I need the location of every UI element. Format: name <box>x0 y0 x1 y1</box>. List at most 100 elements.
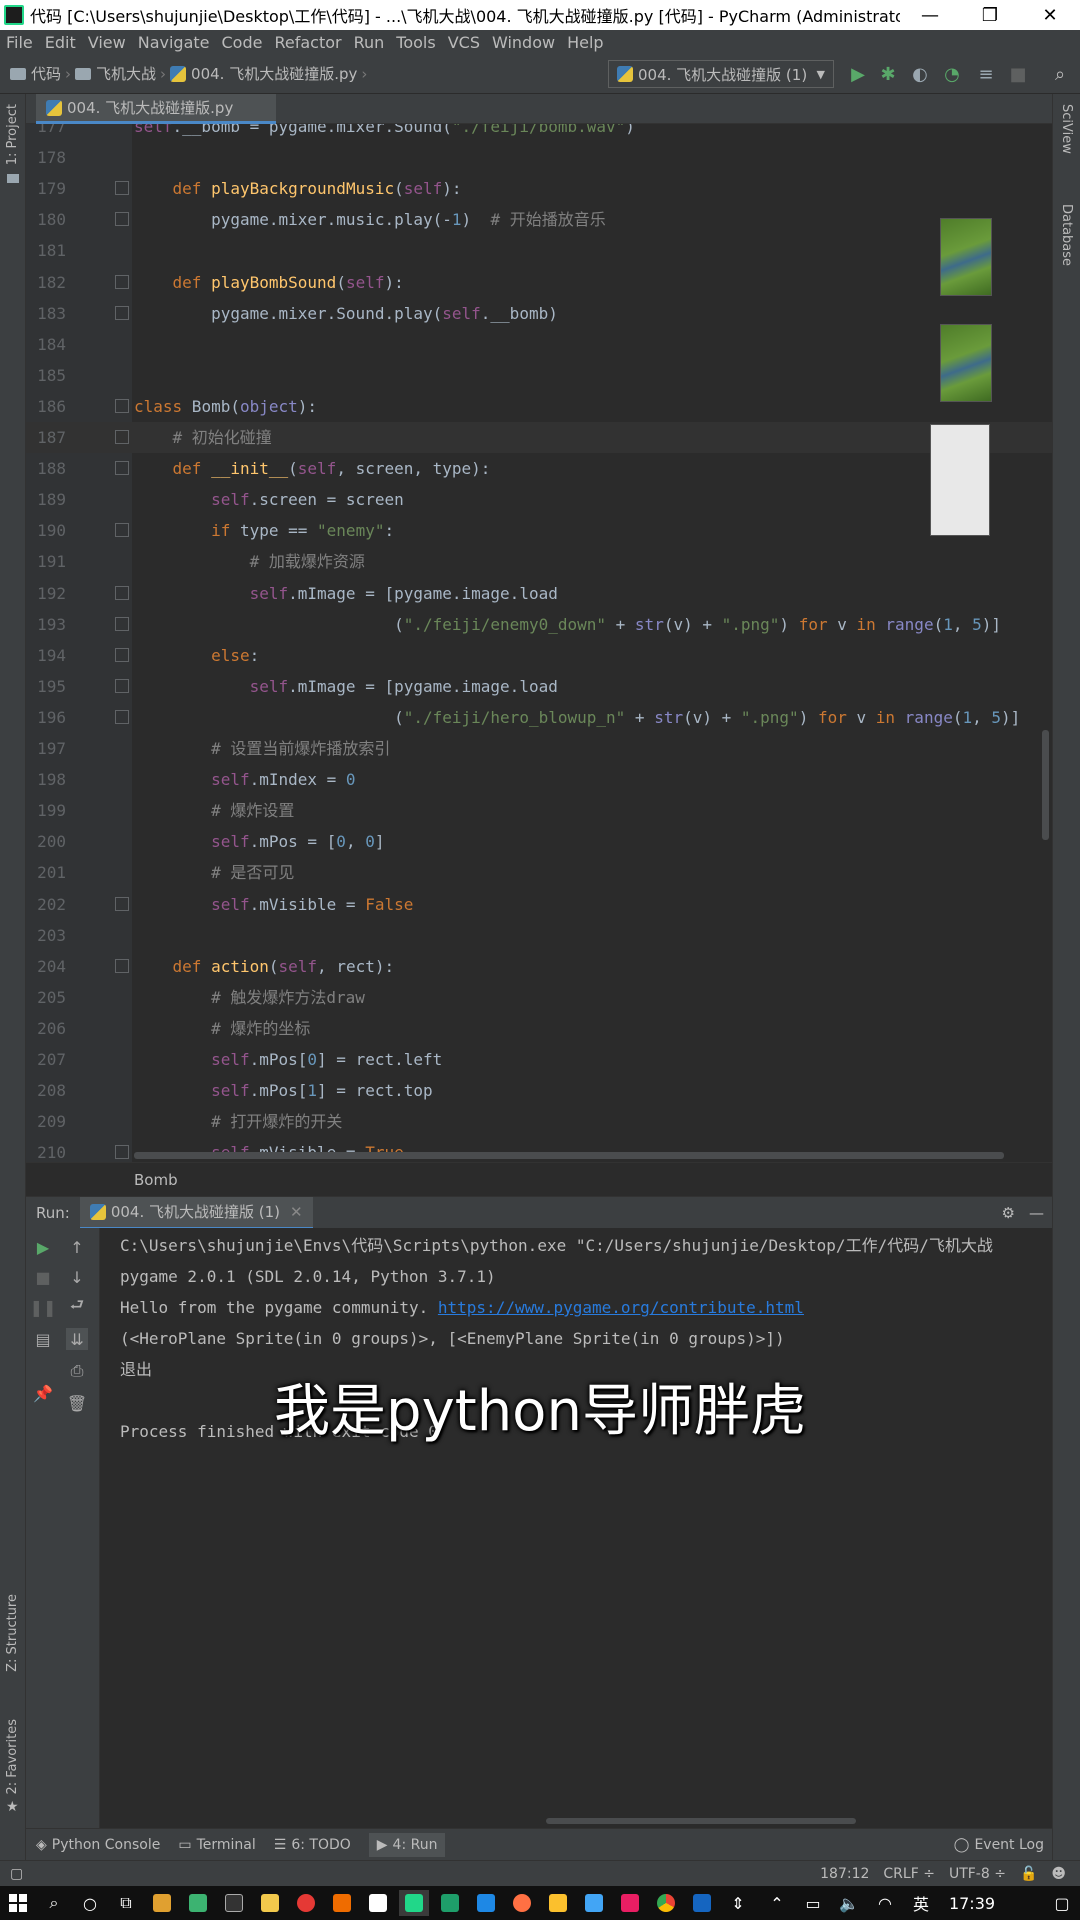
output-horizontal-scrollbar[interactable] <box>546 1818 856 1824</box>
menu-window[interactable]: Window <box>486 33 561 52</box>
sciview-tool-button[interactable]: SciView <box>1059 104 1074 154</box>
run-configuration-select[interactable]: 004. 飞机大战碰撞版 (1) ▼ <box>608 60 834 88</box>
terminal-app-icon[interactable] <box>219 1890 249 1916</box>
code-line[interactable]: 193 ("./feiji/enemy0_down" + str(v) + ".… <box>26 609 1052 640</box>
menu-edit[interactable]: Edit <box>39 33 82 52</box>
favorites-tool-button[interactable]: 2: Favorites <box>5 1719 20 1795</box>
code-line[interactable]: 205 # 触发爆炸方法draw <box>26 982 1052 1013</box>
fold-marker-icon[interactable] <box>115 212 129 227</box>
fold-marker-icon[interactable] <box>115 181 129 196</box>
code-line[interactable]: 204 def action(self, rect): <box>26 951 1052 982</box>
menu-refactor[interactable]: Refactor <box>268 33 347 52</box>
app-icon[interactable] <box>183 1890 213 1916</box>
code-line[interactable]: 197 # 设置当前爆炸播放索引 <box>26 733 1052 764</box>
pause-icon[interactable]: ❚❚ <box>30 1296 57 1318</box>
battery-icon[interactable]: ▭ <box>798 1890 828 1916</box>
code-line[interactable]: 198 self.mIndex = 0 <box>26 764 1052 795</box>
arrow-down-icon[interactable]: ↓ <box>66 1266 88 1288</box>
coverage-icon[interactable]: ◐ <box>908 62 932 86</box>
code-line[interactable]: 208 self.mPos[1] = rect.top <box>26 1075 1052 1106</box>
inspector-icon[interactable]: ☻ <box>1051 1866 1066 1882</box>
fold-marker-icon[interactable] <box>115 430 129 444</box>
code-line[interactable]: 180 pygame.mixer.music.play(-1) # 开始播放音乐 <box>26 204 1052 235</box>
fold-marker-icon[interactable] <box>115 647 129 662</box>
code-editor[interactable]: 177 self.__bomb = pygame.mixer.Sound("./f… <box>26 124 1052 1162</box>
close-icon[interactable]: ✕ <box>290 1203 303 1221</box>
lock-icon[interactable]: 🔓 <box>1020 1866 1037 1882</box>
app-icon[interactable] <box>291 1890 321 1916</box>
code-line[interactable]: 209 # 打开爆炸的开关 <box>26 1106 1052 1137</box>
menu-navigate[interactable]: Navigate <box>132 33 216 52</box>
editor-breadcrumb[interactable]: Bomb <box>26 1162 1052 1196</box>
code-line[interactable]: 190 if type == "enemy": <box>26 515 1052 546</box>
code-line[interactable]: 186 class Bomb(object): <box>26 391 1052 422</box>
code-line[interactable]: 200 self.mPos = [0, 0] <box>26 826 1052 857</box>
pycharm-taskbar-icon[interactable] <box>399 1890 429 1916</box>
code-line[interactable]: 183 pygame.mixer.Sound.play(self.__bomb) <box>26 298 1052 329</box>
project-tool-button[interactable]: 1: Project <box>5 104 20 165</box>
code-line[interactable]: 207 self.mPos[0] = rect.left <box>26 1044 1052 1075</box>
menu-help[interactable]: Help <box>561 33 609 52</box>
layout-toggle-icon[interactable]: ▢ <box>10 1866 23 1882</box>
structure-tool-button[interactable]: Z: Structure <box>5 1594 20 1672</box>
line-separator[interactable]: CRLF ÷ <box>883 1866 935 1882</box>
gear-icon[interactable]: ⚙ <box>1002 1204 1015 1222</box>
profile-icon[interactable]: ◔ <box>940 62 964 86</box>
run-icon[interactable]: ▶ <box>846 62 870 86</box>
code-line[interactable]: 192 self.mImage = [pygame.image.load <box>26 578 1052 609</box>
notification-icon[interactable]: ▢ <box>1047 1890 1077 1916</box>
minimize-icon[interactable]: — <box>1029 1204 1044 1222</box>
clock[interactable]: 17:39 <box>942 1890 1002 1916</box>
maximize-button[interactable]: ❐ <box>960 0 1020 30</box>
code-line[interactable]: 202 self.mVisible = False <box>26 889 1052 920</box>
menu-file[interactable]: File <box>0 33 39 52</box>
code-line[interactable]: 194 else: <box>26 640 1052 671</box>
code-line[interactable]: 196 ("./feiji/hero_blowup_n" + str(v) + … <box>26 702 1052 733</box>
cortana-icon[interactable]: ○ <box>75 1890 105 1916</box>
code-line[interactable]: 201 # 是否可见 <box>26 857 1052 888</box>
app-icon[interactable] <box>507 1890 537 1916</box>
fold-marker-icon[interactable] <box>115 398 129 413</box>
event-log-button[interactable]: ◯ Event Log <box>954 1837 1044 1853</box>
fold-marker-icon[interactable] <box>115 896 129 911</box>
pygame-link[interactable]: https://www.pygame.org/contribute.html <box>438 1298 804 1317</box>
code-line[interactable]: 178 <box>26 142 1052 173</box>
editor-tab[interactable]: 004. 飞机大战碰撞版.py <box>36 94 276 124</box>
wifi-icon[interactable]: ◠ <box>870 1890 900 1916</box>
menu-view[interactable]: View <box>82 33 132 52</box>
code-line[interactable]: 191 # 加载爆炸资源 <box>26 546 1052 577</box>
file-encoding[interactable]: UTF-8 ÷ <box>949 1866 1006 1882</box>
fold-marker-icon[interactable] <box>115 958 129 973</box>
fold-marker-icon[interactable] <box>115 1145 129 1160</box>
vertical-scrollbar[interactable] <box>1042 730 1049 840</box>
task-view-icon[interactable]: ⧉ <box>111 1890 141 1916</box>
code-line[interactable]: 195 self.mImage = [pygame.image.load <box>26 671 1052 702</box>
fold-marker-icon[interactable] <box>115 305 129 320</box>
app-icon[interactable] <box>435 1890 465 1916</box>
breadcrumb-file[interactable]: 004. 飞机大战碰撞版.py <box>191 63 357 84</box>
database-tool-button[interactable]: Database <box>1059 204 1074 266</box>
fold-marker-icon[interactable] <box>115 585 129 600</box>
debug-icon[interactable]: ✱ <box>876 62 900 86</box>
menu-vcs[interactable]: VCS <box>442 33 486 52</box>
fold-marker-icon[interactable] <box>115 523 129 538</box>
horizontal-scrollbar[interactable] <box>134 1152 1004 1159</box>
chrome-icon[interactable] <box>651 1890 681 1916</box>
code-line[interactable]: 182 def playBombSound(self): <box>26 267 1052 298</box>
code-line[interactable]: 187 # 初始化碰撞 <box>26 422 1052 453</box>
code-line[interactable]: 185 <box>26 360 1052 391</box>
breadcrumb-folder[interactable]: 飞机大战 <box>96 63 156 84</box>
code-line[interactable]: 203 <box>26 920 1052 951</box>
stop-icon[interactable]: ■ <box>32 1266 54 1288</box>
volume-icon[interactable]: 🔈 <box>834 1890 864 1916</box>
caret-position[interactable]: 187:12 <box>820 1866 869 1882</box>
fold-marker-icon[interactable] <box>115 616 129 631</box>
code-line[interactable]: 177 self.__bomb = pygame.mixer.Sound("./f… <box>26 124 1052 142</box>
rerun-icon[interactable]: ▶ <box>32 1236 54 1258</box>
run-tab[interactable]: 004. 飞机大战碰撞版 (1) ✕ <box>79 1196 313 1229</box>
code-line[interactable]: 184 <box>26 329 1052 360</box>
scroll-to-end-icon[interactable]: ⇊ <box>66 1328 88 1350</box>
app-icon[interactable] <box>615 1890 645 1916</box>
minimize-button[interactable]: — <box>900 0 960 30</box>
code-line[interactable]: 189 self.screen = screen <box>26 484 1052 515</box>
